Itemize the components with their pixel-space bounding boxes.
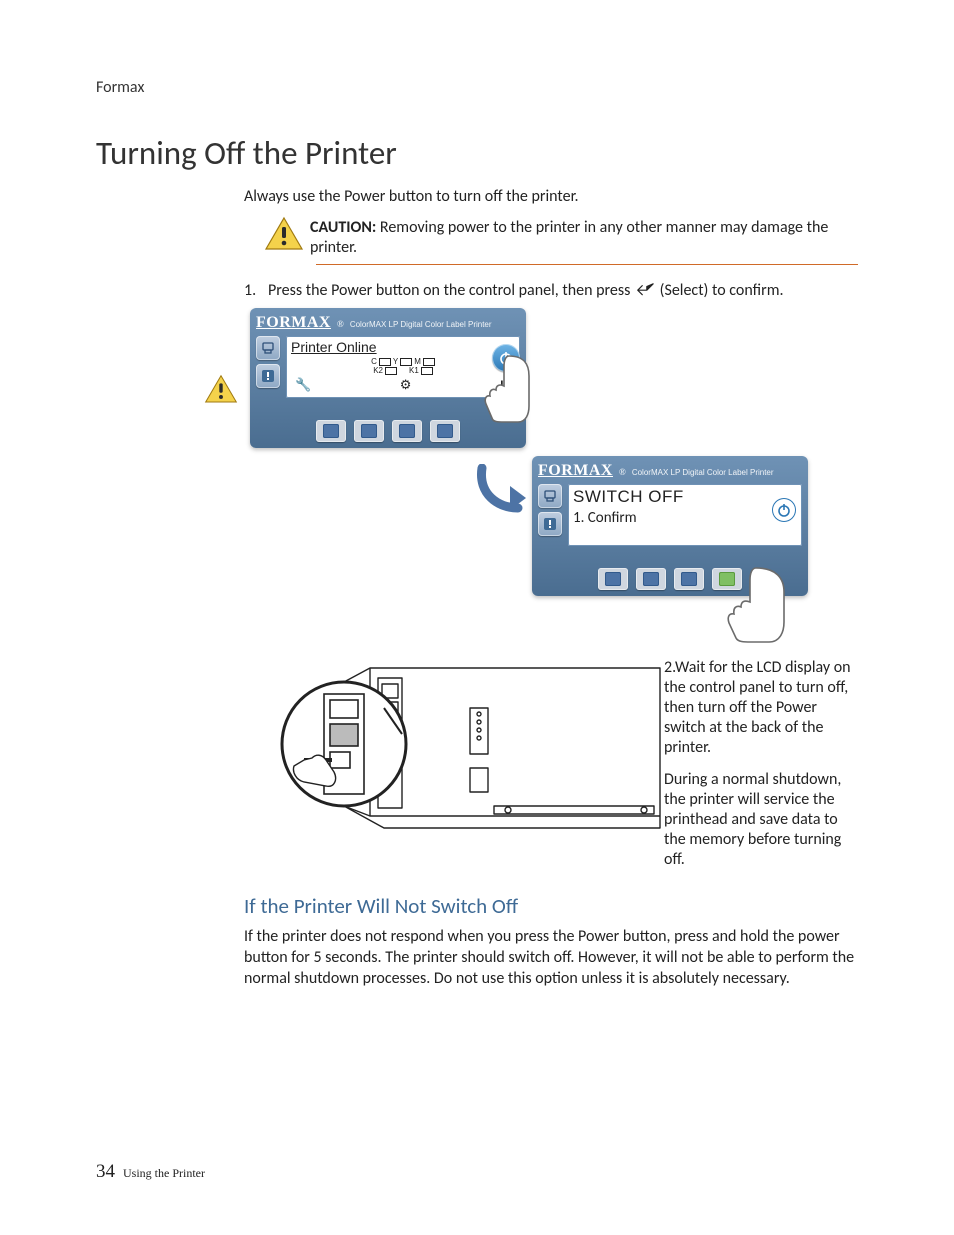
caution-block: CAUTION: Removing power to the printer i…	[244, 218, 858, 258]
footer-section: Using the Printer	[123, 1166, 205, 1180]
panel-nav-button[interactable]	[430, 420, 460, 442]
panel-brand: FORMAX	[538, 462, 613, 480]
printer-rear-power-switch-illustration	[274, 648, 674, 868]
finger-press-illustration	[714, 564, 814, 644]
printer-status-icon	[538, 484, 562, 508]
warning-triangle-icon	[204, 374, 238, 404]
caution-divider	[316, 264, 858, 265]
panel-nav-button[interactable]	[316, 420, 346, 442]
illustration-area: FORMAX® ColorMAX LP Digital Color Label …	[244, 308, 858, 883]
subsection-body: If the printer does not respond when you…	[244, 927, 858, 989]
panel-nav-button[interactable]	[354, 420, 384, 442]
flow-arrow-icon	[474, 464, 530, 518]
step-1-text: Press the Power button on the control pa…	[268, 281, 784, 300]
select-arrow-icon	[635, 282, 655, 300]
settings-icon: ⚙	[400, 378, 412, 393]
step-2-column: 2.Wait for the LCD display on the contro…	[664, 658, 854, 882]
page-number: 34	[96, 1161, 115, 1182]
finger-press-illustration	[474, 352, 544, 424]
caution-body: Removing power to the printer in any oth…	[310, 218, 828, 257]
brand-header: Formax	[96, 78, 858, 97]
lcd-screen-switch-off: SWITCH OFF 1. Confirm	[568, 484, 802, 546]
intro-text: Always use the Power button to turn off …	[244, 187, 858, 206]
panel-nav-buttons	[316, 420, 460, 442]
lcd-title: SWITCH OFF	[573, 487, 797, 507]
alert-icon	[256, 364, 280, 388]
page-title: Turning Off the Printer	[96, 133, 858, 173]
subsection-heading: If the Printer Will Not Switch Off	[244, 893, 858, 919]
step-number: 1.	[244, 281, 262, 300]
printer-status-icon	[256, 336, 280, 360]
panel-nav-button[interactable]	[392, 420, 422, 442]
warning-triangle-icon	[264, 216, 304, 252]
panel-brand: FORMAX	[256, 314, 331, 332]
step-2-text: 2.Wait for the LCD display on the contro…	[664, 658, 854, 758]
panel-nav-button[interactable]	[674, 568, 704, 590]
shutdown-note: During a normal shutdown, the printer wi…	[664, 770, 854, 870]
power-icon	[772, 498, 796, 522]
page-footer: 34 Using the Printer	[96, 1161, 205, 1183]
wrench-icon: 🔧	[295, 378, 311, 393]
caution-label: CAUTION:	[310, 218, 376, 237]
lcd-confirm-line: 1. Confirm	[573, 509, 797, 527]
alert-icon	[538, 512, 562, 536]
caution-text: CAUTION: Removing power to the printer i…	[310, 218, 858, 258]
panel-nav-button[interactable]	[636, 568, 666, 590]
step-1: 1. Press the Power button on the control…	[244, 281, 858, 300]
panel-nav-button[interactable]	[598, 568, 628, 590]
